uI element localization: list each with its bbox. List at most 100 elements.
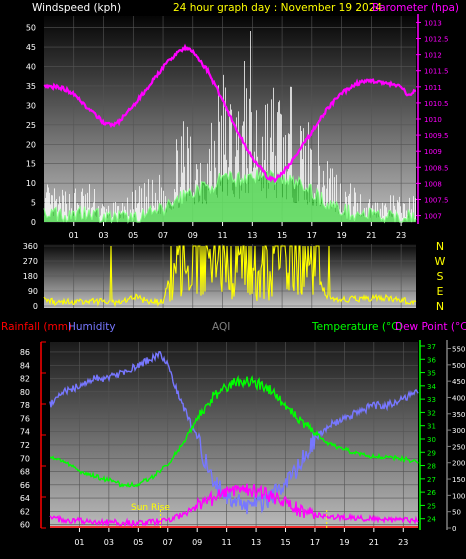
humidity-tick-label: 80 <box>20 388 30 397</box>
direction-tick-label: 270 <box>23 257 38 266</box>
humidity-tick-label: 84 <box>20 361 30 370</box>
hour-tick-label: 03 <box>98 231 108 240</box>
aqi-tick-label: 300 <box>452 427 465 435</box>
barometer-tick-label: 1012.5 <box>424 36 449 44</box>
hour-tick-label: 21 <box>366 231 376 240</box>
wind-tick-label: 40 <box>26 63 36 72</box>
hour-tick-label: 17 <box>310 538 320 547</box>
wind-tick-label: 20 <box>26 140 36 149</box>
temperature-tick-label: 29 <box>427 449 436 457</box>
hour-tick-label: 23 <box>398 538 408 547</box>
aqi-tick-label: 250 <box>452 443 465 451</box>
hour-tick-label: 19 <box>337 231 347 240</box>
barometer-tick-label: 1011 <box>424 84 442 92</box>
aqi-axis-ticks: 0 50 100 150 200 250 300 350 400 450 500 550 <box>446 340 465 533</box>
temperature-tick-label: 27 <box>427 476 436 484</box>
aqi-tick-label: 200 <box>452 460 465 468</box>
hour-tick-label: 11 <box>222 538 232 547</box>
hour-tick-label: 23 <box>396 231 406 240</box>
temperature-tick-label: 25 <box>427 502 436 510</box>
humidity-tick-label: 82 <box>20 375 30 384</box>
direction-tick-label: 180 <box>23 272 38 281</box>
hour-tick-label: 13 <box>247 231 257 240</box>
temperature-tick-label: 35 <box>427 370 436 378</box>
direction-tick-label: 0 <box>33 302 38 311</box>
hour-tick-label: 05 <box>128 231 138 240</box>
sunrise-label: Sun Rise <box>131 503 170 513</box>
wind-panel-hour-axis: 01 03 05 07 09 11 13 15 17 19 21 23 <box>69 222 406 240</box>
humidity-axis-title: Humidity <box>68 321 116 333</box>
dew-point-axis-title: Dew Point (°C) <box>395 321 466 333</box>
compass-letters: NWSEN <box>435 240 446 313</box>
hour-tick-label: 17 <box>307 231 317 240</box>
barometer-tick-label: 1009.5 <box>424 132 449 140</box>
hour-tick-label: 19 <box>339 538 349 547</box>
aqi-tick-label: 450 <box>452 378 465 386</box>
temperature-tick-label: 31 <box>427 423 436 431</box>
wind-tick-label: 25 <box>26 121 36 130</box>
barometer-tick-label: 1011.5 <box>424 68 449 76</box>
wind-axis-ticks: 0 5 10 15 20 25 30 35 40 45 50 <box>26 24 36 227</box>
wind-tick-label: 50 <box>26 24 36 33</box>
hour-tick-label: 01 <box>74 538 84 547</box>
humidity-tick-label: 74 <box>20 428 30 437</box>
hour-tick-label: 15 <box>277 231 287 240</box>
temperature-axis-title: Temperature (°C) <box>311 321 403 333</box>
hour-tick-label: 07 <box>158 231 168 240</box>
barometer-tick-label: 1007 <box>424 213 442 221</box>
weather-graph-page: Windspeed (kph) 24 hour graph day : Nove… <box>0 0 466 555</box>
aqi-tick-label: 100 <box>452 492 465 500</box>
aqi-tick-label: 150 <box>452 476 465 484</box>
direction-tick-label: 360 <box>23 242 38 251</box>
humidity-tick-label: 60 <box>20 521 30 530</box>
compass-letter-s: S <box>437 270 444 283</box>
wind-tick-label: 35 <box>26 82 36 91</box>
compass-letter-n: N <box>436 240 444 253</box>
wind-tick-label: 45 <box>26 43 36 52</box>
humidity-tick-label: 66 <box>20 481 30 490</box>
wind-tick-label: 10 <box>26 179 36 188</box>
aqi-tick-label: 550 <box>452 346 465 354</box>
hour-tick-label: 13 <box>251 538 261 547</box>
humidity-tick-label: 68 <box>20 468 30 477</box>
temperature-tick-label: 32 <box>427 409 436 417</box>
barometer-tick-label: 1010.5 <box>424 100 449 108</box>
barometer-tick-label: 1010 <box>424 116 442 124</box>
temperature-axis-ticks: 24 25 26 27 28 29 30 31 32 33 34 35 36 37 <box>419 340 436 530</box>
humidity-axis-ticks: 60 62 64 66 68 70 72 74 76 78 80 82 84 86 <box>20 348 30 530</box>
wind-tick-label: 30 <box>26 101 36 110</box>
barometer-tick-label: 1012 <box>424 52 442 60</box>
hour-tick-label: 11 <box>217 231 227 240</box>
hour-tick-label: 15 <box>280 538 290 547</box>
compass-letter-e: E <box>437 285 444 298</box>
temperature-tick-label: 26 <box>427 489 436 497</box>
aqi-tick-label: 50 <box>452 509 461 517</box>
aqi-axis-title: AQI <box>212 321 230 333</box>
temperature-tick-label: 37 <box>427 343 436 351</box>
barometer-tick-label: 1007.5 <box>424 196 449 204</box>
weather-graphs-svg: Windspeed (kph) 24 hour graph day : Nove… <box>1 2 466 547</box>
temperature-tick-label: 28 <box>427 463 436 471</box>
aqi-tick-label: 400 <box>452 394 465 402</box>
aqi-tick-label: 0 <box>452 525 456 533</box>
wind-tick-label: 0 <box>31 218 36 227</box>
barometer-tick-label: 1008 <box>424 180 442 188</box>
aqi-tick-label: 500 <box>452 362 465 370</box>
temperature-tick-label: 36 <box>427 356 436 364</box>
hour-tick-label: 09 <box>188 231 198 240</box>
humidity-tick-label: 86 <box>20 348 30 357</box>
direction-tick-label: 90 <box>28 287 38 296</box>
humidity-tick-label: 64 <box>20 494 30 503</box>
humidity-tick-label: 76 <box>20 414 30 423</box>
hour-tick-label: 05 <box>133 538 143 547</box>
humidity-tick-label: 62 <box>20 507 30 516</box>
barometer-axis-title: Barometer (hpa) <box>372 2 459 14</box>
barometer-axis-ticks: 1007 1007.5 1008 1008.5 1009 1009.5 1010 1010.5… <box>416 14 449 224</box>
compass-letter-w: W <box>435 255 446 268</box>
rainfall-axis-title: Rainfall (mm) <box>1 321 72 333</box>
wind-tick-label: 15 <box>26 160 36 169</box>
hour-tick-label: 21 <box>369 538 379 547</box>
chart-title: 24 hour graph day : November 19 2024 <box>173 2 382 14</box>
wind-tick-label: 5 <box>31 199 36 208</box>
humidity-tick-label: 78 <box>20 401 30 410</box>
